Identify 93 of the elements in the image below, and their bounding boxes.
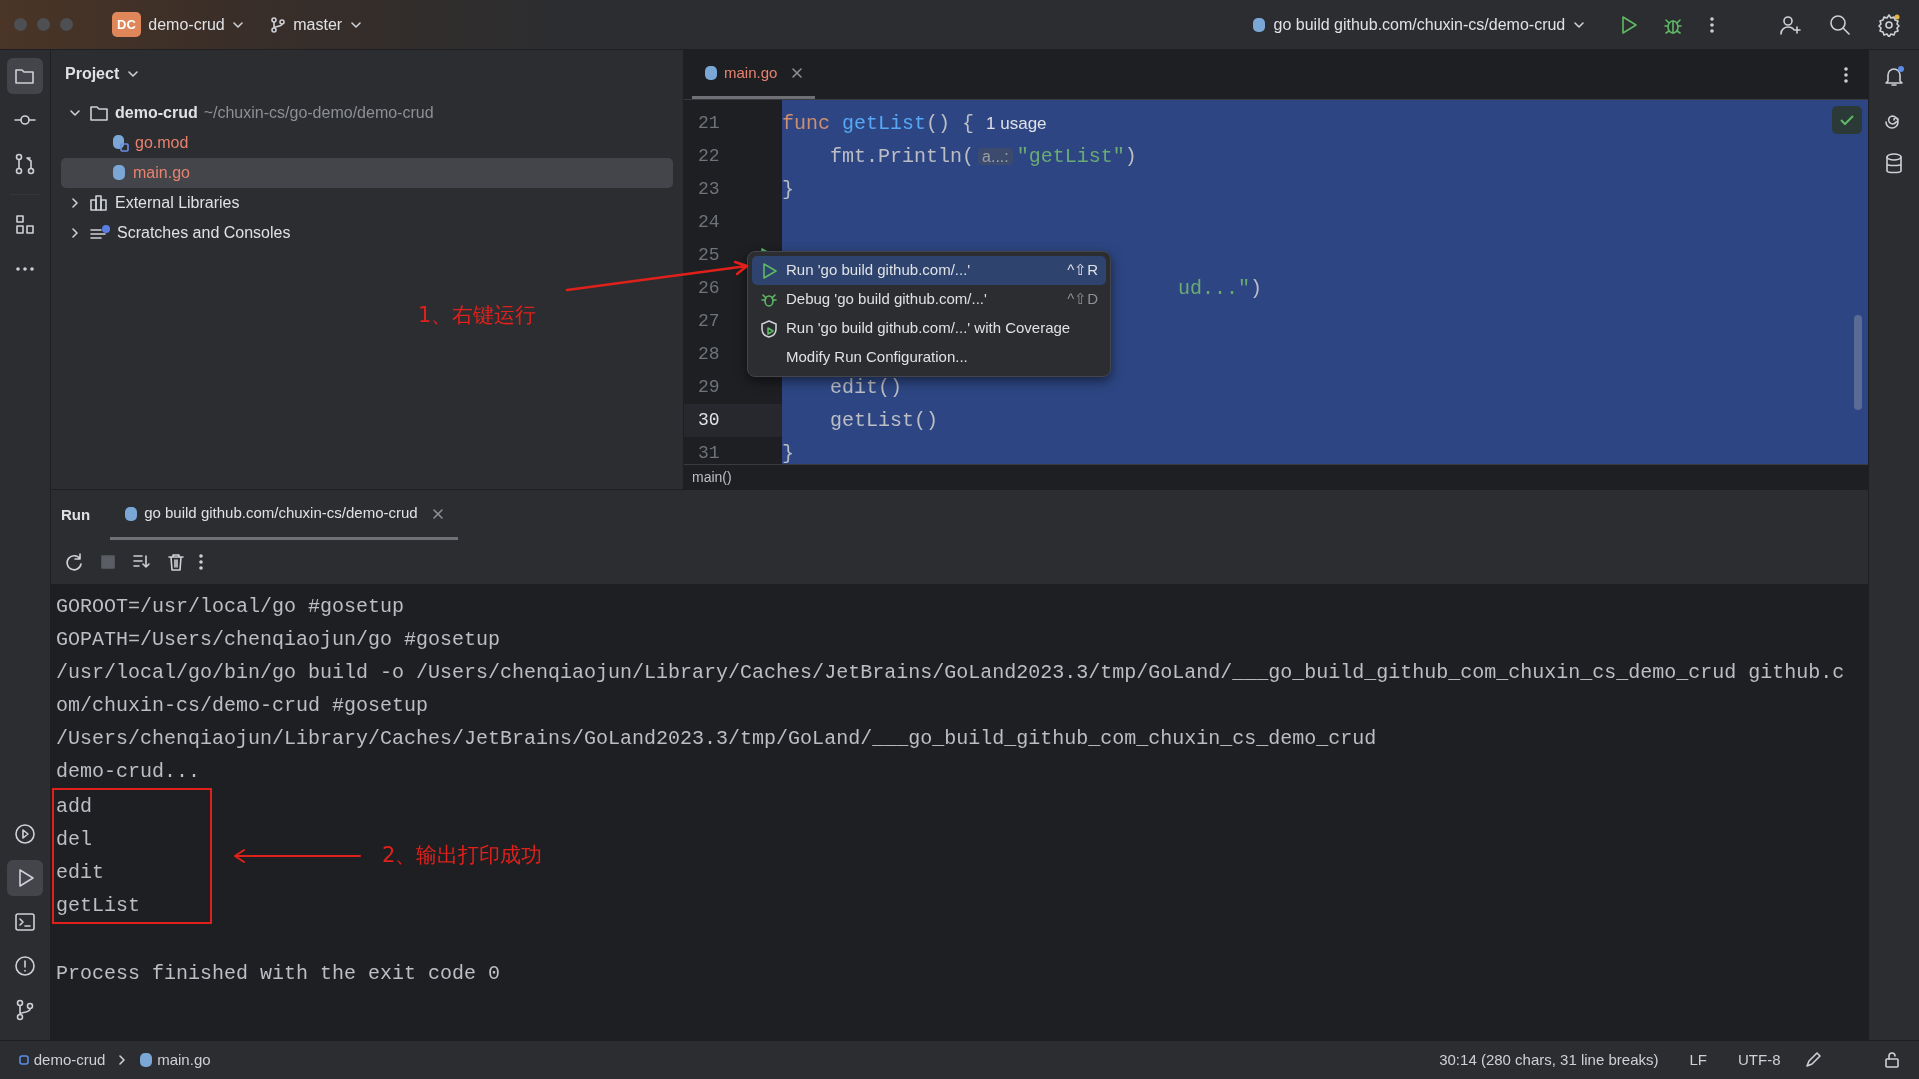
console-line: add <box>56 794 93 820</box>
branch-icon <box>269 15 286 34</box>
menu-item[interactable]: Run 'go build github.com/...' ^⇧R <box>752 256 1106 285</box>
line-number: 27 <box>698 310 720 333</box>
code-fragment: ud...") <box>1178 275 1263 302</box>
more-icon <box>16 266 34 271</box>
line-number: 25 <box>698 244 720 267</box>
project-switcher[interactable]: DC demo-crud <box>108 7 249 42</box>
tree-item[interactable]: Scratches and Consoles <box>61 217 673 248</box>
menu-item[interactable]: Run 'go build github.com/...' with Coverage <box>752 314 1106 343</box>
project-badge: DC <box>112 11 141 38</box>
shield-icon <box>760 319 778 338</box>
inspection-status-icon[interactable] <box>1832 106 1862 134</box>
project-view-selector[interactable]: Project <box>61 58 143 90</box>
chevron-right-icon <box>117 1054 128 1066</box>
lock-icon <box>1883 1051 1901 1069</box>
settings-icon <box>1877 12 1901 37</box>
panel-title: Run <box>61 504 92 525</box>
code-line: edit() <box>829 374 903 401</box>
tool-window-button[interactable] <box>7 58 43 94</box>
code-line: } <box>782 176 794 203</box>
tree-item[interactable]: demo-crud ~/chuxin-cs/go-demo/demo-crud <box>61 97 673 128</box>
line-number: 30 <box>698 409 720 432</box>
services-icon <box>13 822 37 846</box>
run-config-name: go build github.com/chuxin-cs/demo-crud <box>1273 14 1566 35</box>
scrollbar[interactable] <box>1854 315 1862 410</box>
line-number: 24 <box>698 211 720 234</box>
module-icon <box>18 1054 30 1066</box>
more-icon <box>1709 14 1715 35</box>
file-icon <box>704 65 718 81</box>
branch-name: master <box>293 14 343 35</box>
caret-position[interactable]: 30:14 (280 chars, 31 line breaks) <box>1435 1044 1663 1076</box>
close-icon[interactable] <box>431 507 444 520</box>
file-encoding[interactable]: UTF-8 <box>1734 1044 1785 1076</box>
line-number: 22 <box>698 145 720 168</box>
branch-switcher[interactable]: master <box>265 8 366 41</box>
console-line: /usr/local/go/bin/go build -o /Users/chenqiaojun/Library/Caches/JetBrains/GoLand2023.3/tmp/GoLand/___go_build_github_com_chuxin_cs_demo_crud github.com/chuxin-cs/demo-crud #gosetup <box>56 660 1846 719</box>
search-icon <box>1827 12 1852 37</box>
file-icon <box>1252 16 1267 33</box>
breadcrumb-item[interactable]: demo-crud <box>14 1044 110 1076</box>
console-line: GOROOT=/usr/local/go #gosetup <box>56 594 406 620</box>
tool-window-button[interactable] <box>7 860 43 896</box>
close-icon[interactable] <box>791 67 804 79</box>
folder-icon <box>89 103 109 122</box>
code-line: func getList() { 1 usage <box>782 110 1047 137</box>
more-icon <box>199 554 203 570</box>
run-icon <box>760 261 778 280</box>
project-name: demo-crud <box>148 14 225 35</box>
warning-icon <box>13 954 37 978</box>
pull-request-icon <box>13 152 37 176</box>
console-line: edit <box>56 860 105 886</box>
annotation-text: 2、输出打印成功 <box>382 842 543 870</box>
console-line: /Users/chenqiaojun/Library/Caches/JetBrains/GoLand2023.3/tmp/GoLand/___go_build_github_com_chuxin_cs_demo_crud <box>56 726 1378 752</box>
library-icon <box>89 193 109 212</box>
console-line: Process finished with the exit code 0 <box>56 961 502 987</box>
line-number: 29 <box>698 376 720 399</box>
chevron-right-icon <box>69 196 81 209</box>
tree-item[interactable]: External Libraries <box>61 187 673 218</box>
tree-item[interactable]: main.go <box>61 157 673 188</box>
line-number: 28 <box>698 343 720 366</box>
file-icon <box>111 133 129 152</box>
scratches-icon <box>89 223 111 242</box>
bell-icon <box>1882 64 1906 88</box>
run-configuration[interactable]: go build github.com/chuxin-cs/demo-crud <box>1248 8 1589 41</box>
file-icon <box>111 163 127 182</box>
line-number: 23 <box>698 178 720 201</box>
rerun-icon <box>63 551 85 573</box>
menu-item[interactable]: Debug 'go build github.com/...' ^⇧D <box>752 285 1106 314</box>
breadcrumb[interactable]: main() <box>684 464 1868 489</box>
more-icon <box>1843 64 1849 85</box>
console-line: del <box>56 827 93 853</box>
trash-icon <box>165 551 187 573</box>
code-line: fmt.Println( a...: "getList") <box>829 143 1137 170</box>
console-line: demo-crud... <box>56 759 202 785</box>
menu-item[interactable]: Modify Run Configuration... <box>752 343 1106 372</box>
structure-icon <box>13 212 37 237</box>
line-separator[interactable]: LF <box>1685 1044 1711 1076</box>
tree-item[interactable]: go.mod <box>61 127 673 158</box>
chevron-right-icon <box>69 226 81 239</box>
file-icon <box>124 505 139 522</box>
code-line: } <box>782 440 794 464</box>
line-number: 31 <box>698 442 720 464</box>
console-line: getList <box>56 893 141 919</box>
annotation-text: 1、右键运行 <box>418 302 537 329</box>
line-number: 26 <box>698 277 720 300</box>
file-icon <box>139 1052 154 1068</box>
pencil-icon <box>1804 1051 1822 1069</box>
terminal-icon <box>13 910 37 934</box>
caret-icon <box>126 68 139 80</box>
code-line: getList() <box>829 407 939 434</box>
console-line: GOPATH=/Users/chenqiaojun/go #gosetup <box>56 627 502 653</box>
line-number: 21 <box>698 112 720 135</box>
breadcrumb-item[interactable]: main.go <box>135 1044 215 1076</box>
